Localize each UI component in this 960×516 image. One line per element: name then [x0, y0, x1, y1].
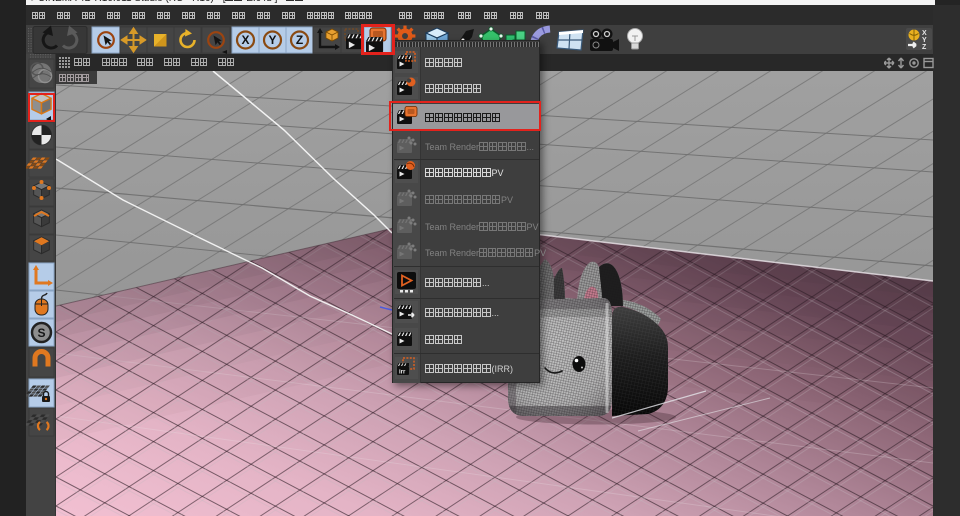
svg-text:Z: Z: [296, 33, 303, 47]
svg-text:Z: Z: [922, 44, 927, 51]
svg-text:irr: irr: [399, 370, 406, 376]
svg-text:X: X: [922, 30, 927, 37]
svg-text:S: S: [37, 326, 45, 340]
svg-text:Y: Y: [268, 33, 276, 47]
svg-text:Y: Y: [922, 37, 927, 44]
svg-text:X: X: [241, 33, 249, 47]
